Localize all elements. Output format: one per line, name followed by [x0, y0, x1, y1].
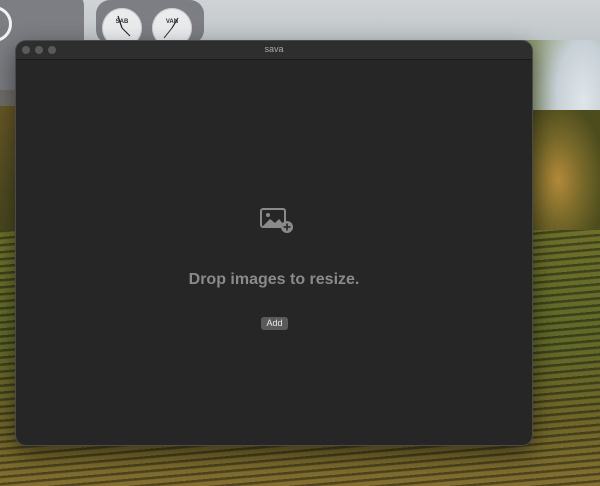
app-window: sava Drop images to resize. Add [16, 41, 532, 445]
clock-city-label: VAN [165, 19, 179, 25]
desktop-background: 3 SAB VAN sava [0, 0, 600, 486]
trees-right [530, 110, 600, 250]
clock-city-label: SAB [115, 19, 129, 25]
image-drop-zone[interactable]: Drop images to resize. Add [16, 60, 532, 445]
add-button[interactable]: Add [261, 317, 288, 330]
title-bar[interactable]: sava [16, 41, 532, 60]
window-title: sava [264, 44, 284, 54]
image-add-icon [260, 208, 293, 233]
drop-message: Drop images to resize. [188, 271, 360, 288]
world-clock-widget[interactable]: SAB VAN [96, 0, 204, 48]
battery-ring-icon [0, 6, 12, 42]
